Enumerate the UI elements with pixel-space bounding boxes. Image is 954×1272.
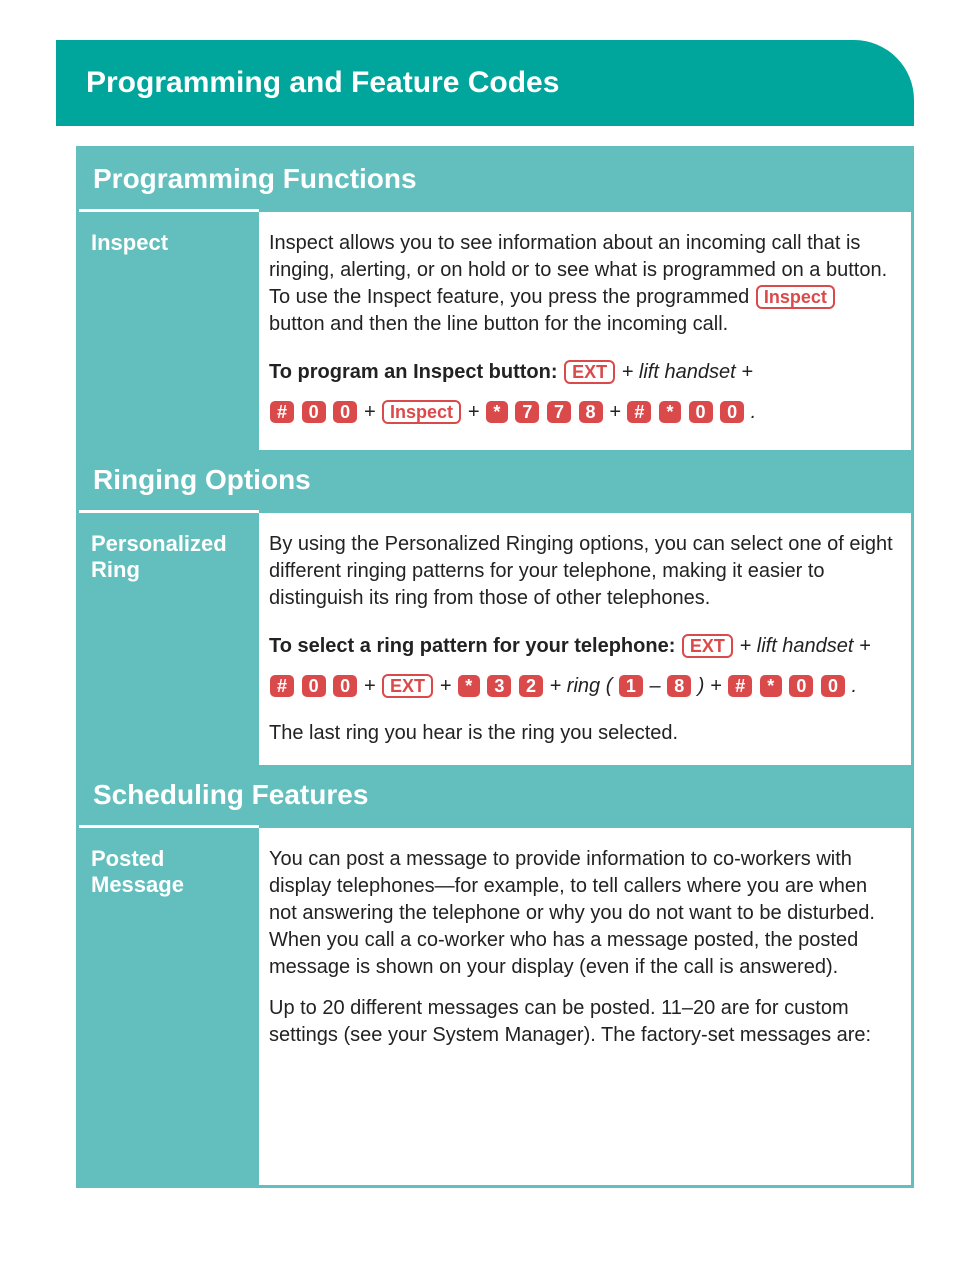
key-0: 0 <box>333 401 357 423</box>
content-inspect: Inspect allows you to see information ab… <box>259 209 911 450</box>
inspect-desc-b: button and then the line button for the … <box>269 313 728 335</box>
key-8: 8 <box>667 675 691 697</box>
plus: + <box>364 675 381 697</box>
section-scheduling-features: Scheduling Features <box>79 765 911 825</box>
key-star: * <box>458 675 480 697</box>
label-line1: Posted <box>91 846 164 871</box>
posted-p1: You can post a message to provide inform… <box>269 846 897 981</box>
key-ext: EXT <box>564 360 615 384</box>
pers-desc: By using the Personalized Ringing option… <box>269 531 897 612</box>
content-posted-message: You can post a message to provide inform… <box>259 825 911 1185</box>
ring-close: ) + <box>698 675 727 697</box>
key-ext: EXT <box>682 634 733 658</box>
section-ringing-options: Ringing Options <box>79 450 911 510</box>
key-0: 0 <box>689 401 713 423</box>
label-inspect: Inspect <box>79 209 259 450</box>
key-7: 7 <box>547 401 571 423</box>
content-personalized-ring: By using the Personalized Ringing option… <box>259 510 911 765</box>
plus: + <box>468 401 485 423</box>
page-title: Programming and Feature Codes <box>56 40 914 126</box>
pers-note: The last ring you hear is the ring you s… <box>269 720 897 747</box>
label-line2: Message <box>91 872 184 897</box>
key-0: 0 <box>302 401 326 423</box>
dash: – <box>650 675 667 697</box>
plus: + <box>364 401 381 423</box>
plus: + <box>741 361 753 383</box>
key-8: 8 <box>579 401 603 423</box>
plus: + <box>440 675 457 697</box>
plus: + <box>609 401 626 423</box>
key-1: 1 <box>619 675 643 697</box>
key-star: * <box>760 675 782 697</box>
key-hash: # <box>270 675 294 697</box>
ring-open: ring ( <box>567 675 613 697</box>
inspect-lead: To program an Inspect button: <box>269 361 558 383</box>
key-hash: # <box>627 401 651 423</box>
plus: + <box>740 635 757 657</box>
plus: + <box>859 635 871 657</box>
key-0: 0 <box>302 675 326 697</box>
key-hash: # <box>270 401 294 423</box>
content-box: Programming Functions Inspect Inspect al… <box>76 146 914 1188</box>
key-star: * <box>486 401 508 423</box>
key-3: 3 <box>487 675 511 697</box>
row-personalized-ring: Personalized Ring By using the Personali… <box>79 510 911 765</box>
row-posted-message: Posted Message You can post a message to… <box>79 825 911 1185</box>
period: . <box>751 401 757 423</box>
key-7: 7 <box>515 401 539 423</box>
plus: + <box>550 675 567 697</box>
section-programming-functions: Programming Functions <box>79 149 911 209</box>
key-star: * <box>659 401 681 423</box>
row-inspect: Inspect Inspect allows you to see inform… <box>79 209 911 450</box>
inspect-inline-key: Inspect <box>756 285 835 309</box>
key-0: 0 <box>333 675 357 697</box>
lift-handset: lift handset <box>639 361 736 383</box>
label-posted-message: Posted Message <box>79 825 259 1185</box>
key-0: 0 <box>789 675 813 697</box>
key-2: 2 <box>519 675 543 697</box>
plus: + <box>622 361 639 383</box>
posted-p2: Up to 20 different messages can be poste… <box>269 995 897 1049</box>
period: . <box>852 675 858 697</box>
key-0: 0 <box>821 675 845 697</box>
key-hash: # <box>728 675 752 697</box>
label-line2: Ring <box>91 557 140 582</box>
key-inspect: Inspect <box>382 400 461 424</box>
pers-lead: To select a ring pattern for your teleph… <box>269 635 675 657</box>
label-personalized-ring: Personalized Ring <box>79 510 259 765</box>
label-line1: Personalized <box>91 531 227 556</box>
key-ext: EXT <box>382 674 433 698</box>
lift-handset: lift handset <box>757 635 854 657</box>
key-0: 0 <box>720 401 744 423</box>
